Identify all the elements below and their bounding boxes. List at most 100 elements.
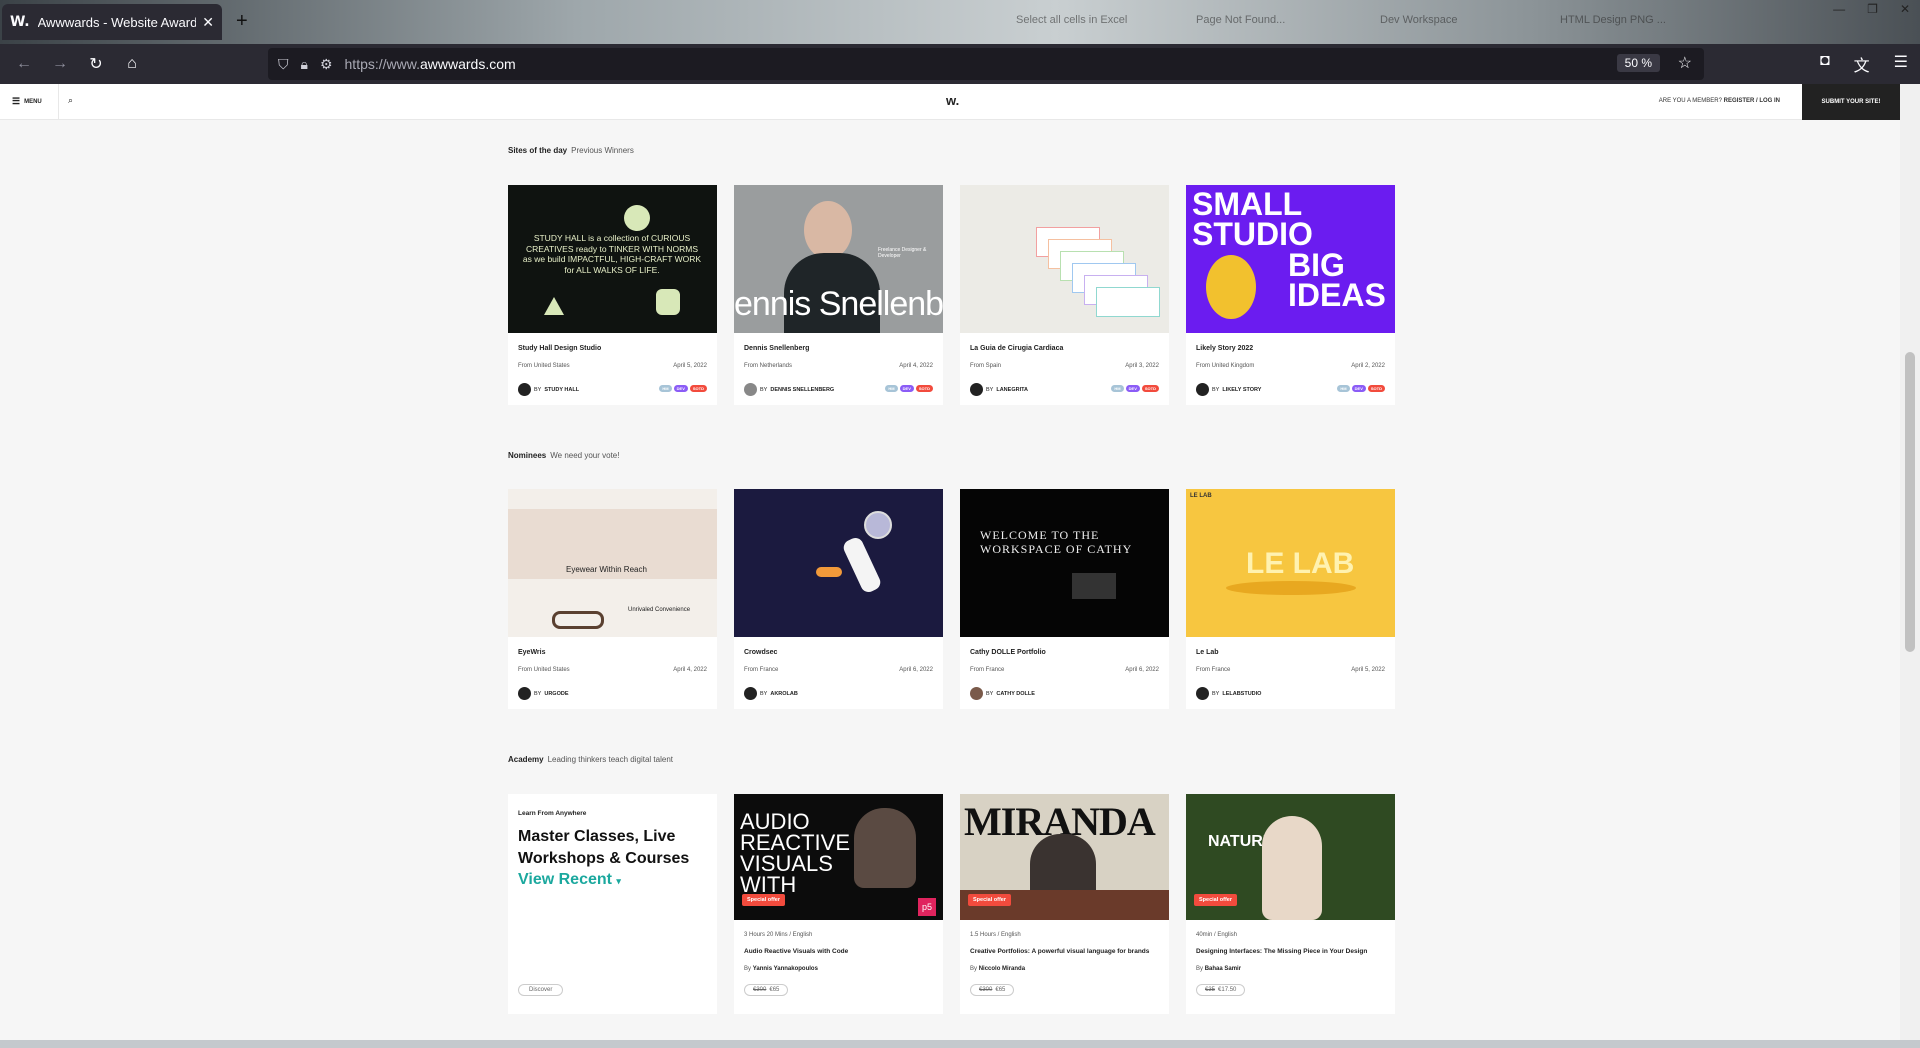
card-author[interactable]: BY LIKELY STORY <box>1196 383 1261 396</box>
pocket-icon[interactable]: ◘ <box>1820 52 1830 76</box>
back-arrow-icon[interactable]: ← <box>6 55 42 73</box>
rocket-flame <box>816 567 842 577</box>
zoom-level[interactable]: 50 % <box>1616 54 1660 72</box>
card-author[interactable]: BY URGODE <box>518 687 568 700</box>
course-title[interactable]: Designing Interfaces: The Missing Piece … <box>1196 948 1367 955</box>
course-card[interactable]: MIRANDA Special offer 1.5 Hours / Englis… <box>960 794 1169 1014</box>
card-date: April 6, 2022 <box>899 667 933 673</box>
site-thumbnail[interactable]: SMALL STUDIO BIG IDEAS <box>1186 185 1395 333</box>
author-name: CATHY DOLLE <box>996 690 1035 697</box>
site-thumbnail[interactable] <box>960 185 1169 333</box>
by-label: BY <box>1212 690 1220 697</box>
by-label: By <box>970 966 978 972</box>
card-country: From United States <box>518 363 570 369</box>
thumb-subtext: Unrivaled Convenience <box>628 607 691 613</box>
previous-winners-link[interactable]: Previous Winners <box>571 146 634 155</box>
card-name[interactable]: Study Hall Design Studio <box>518 345 601 352</box>
translate-icon[interactable]: 文 <box>1854 52 1870 76</box>
pedestal <box>1226 581 1356 595</box>
bookmark-star-icon[interactable]: ☆ <box>1678 53 1692 73</box>
author-name: AKROLAB <box>770 690 798 697</box>
browser-nav-bar: ← → ↻ ⌂ ⛉ 🔒︎ ⚙ https://www. awwwards.com … <box>0 44 1920 84</box>
card-date: April 5, 2022 <box>1351 667 1385 673</box>
home-icon[interactable]: ⌂ <box>114 55 150 73</box>
search-icon[interactable]: ⌕ <box>68 95 73 106</box>
permissions-icon[interactable]: ⚙ <box>320 56 333 73</box>
card-author[interactable]: BY LELABSTUDIO <box>1196 687 1261 700</box>
course-card[interactable]: NATURES US Special offer 40min / English… <box>1186 794 1395 1014</box>
address-bar[interactable]: ⛉ 🔒︎ ⚙ https://www. awwwards.com 50 % ☆ <box>268 48 1704 80</box>
site-thumbnail[interactable]: ennis Snellenb Freelance Designer & Deve… <box>734 185 943 333</box>
badge-sotd: SOTD <box>689 385 707 392</box>
card-author[interactable]: BY LANEGRITA <box>970 383 1028 396</box>
avatar <box>1196 383 1209 396</box>
avatar <box>744 687 757 700</box>
lock-icon[interactable]: 🔒︎ <box>301 56 308 73</box>
price-button[interactable]: €35 €17.50 <box>1196 984 1246 996</box>
card-author[interactable]: BY DENNIS SNELLENBERG <box>744 383 834 396</box>
card-name[interactable]: La Guia de Cirugia Cardiaca <box>970 345 1063 352</box>
tab-background[interactable]: HTML Design PNG ... <box>1560 14 1666 26</box>
tab-awwwards[interactable]: W. Awwwards - Website Awards - B ✕ <box>2 4 222 40</box>
site-card[interactable]: La Guia de Cirugia Cardiaca From Spain A… <box>960 185 1169 405</box>
tab-background[interactable]: Dev Workspace <box>1380 14 1457 26</box>
course-title[interactable]: Creative Portfolios: A powerful visual l… <box>970 948 1149 955</box>
reload-icon[interactable]: ↻ <box>78 54 114 74</box>
special-offer-badge: Special offer <box>968 894 1012 906</box>
site-thumbnail[interactable]: STUDY HALL is a collection of CURIOUS CR… <box>508 185 717 333</box>
discover-button[interactable]: Discover <box>518 984 564 996</box>
window-close-icon[interactable]: ✕ <box>1900 2 1910 16</box>
view-recent-link[interactable]: View Recent ▾ <box>518 871 621 888</box>
tab-background[interactable]: Page Not Found... <box>1196 14 1285 26</box>
page-scrollbar[interactable] <box>1900 84 1920 1040</box>
awwwards-favicon-icon: W. <box>10 14 30 30</box>
submit-site-button[interactable]: SUBMIT YOUR SITE! <box>1802 84 1900 120</box>
scrollbar-thumb[interactable] <box>1905 352 1915 652</box>
hamburger-menu-icon[interactable]: ☰ <box>1894 52 1908 76</box>
site-thumbnail[interactable] <box>734 489 943 637</box>
site-card[interactable]: LE LAB LE LAB Le Lab From France April 5… <box>1186 489 1395 709</box>
price-button[interactable]: €300 €65 <box>970 984 1015 996</box>
card-name[interactable]: Dennis Snellenberg <box>744 345 809 352</box>
thumb-text: AUDIO REACTIVE VISUALS WITH <box>740 809 851 897</box>
site-card[interactable]: SMALL STUDIO BIG IDEAS Likely Story 2022… <box>1186 185 1395 405</box>
academy-headline: Master Classes, Live Workshops & Courses… <box>518 826 708 891</box>
price-button[interactable]: €300 €65 <box>744 984 789 996</box>
site-card[interactable]: Crowdsec From France April 6, 2022 BY AKR… <box>734 489 943 709</box>
forward-arrow-icon[interactable]: → <box>42 55 78 73</box>
triangle-sticker-icon <box>544 297 564 315</box>
site-card[interactable]: STUDY HALL is a collection of CURIOUS CR… <box>508 185 717 405</box>
awwwards-logo[interactable]: w. <box>946 93 959 108</box>
card-name[interactable]: Cathy DOLLE Portfolio <box>970 649 1046 656</box>
minimize-icon[interactable]: — <box>1833 2 1845 16</box>
site-thumbnail[interactable]: Eyewear Within Reach Unrivaled Convenien… <box>508 489 717 637</box>
site-thumbnail[interactable]: WELCOME TO THE WORKSPACE OF CATHY <box>960 489 1169 637</box>
close-icon[interactable]: ✕ <box>202 14 214 31</box>
section-sites-of-day: Sites of the day Previous Winners <box>508 146 634 155</box>
by-label: BY <box>760 386 768 393</box>
card-name[interactable]: Crowdsec <box>744 649 777 656</box>
site-card[interactable]: Eyewear Within Reach Unrivaled Convenien… <box>508 489 717 709</box>
site-card[interactable]: ennis Snellenb Freelance Designer & Deve… <box>734 185 943 405</box>
card-name[interactable]: Le Lab <box>1196 649 1219 656</box>
tab-background[interactable]: Select all cells in Excel <box>1016 14 1127 26</box>
view-recent-label: View Recent <box>518 871 612 889</box>
card-author[interactable]: BY CATHY DOLLE <box>970 687 1035 700</box>
card-name[interactable]: Likely Story 2022 <box>1196 345 1253 352</box>
author-name: DENNIS SNELLENBERG <box>770 386 835 393</box>
course-title[interactable]: Audio Reactive Visuals with Code <box>744 948 848 955</box>
shield-icon[interactable]: ⛉ <box>278 56 289 73</box>
web-page: ☰ MENU ⌕ w. ARE YOU A MEMBER? REGISTER / … <box>0 84 1920 1040</box>
current-price: €17.50 <box>1218 987 1237 993</box>
card-author[interactable]: BY AKROLAB <box>744 687 798 700</box>
maximize-icon[interactable]: ❐ <box>1867 2 1878 16</box>
card-name[interactable]: EyeWris <box>518 649 546 656</box>
course-card[interactable]: AUDIO REACTIVE VISUALS WITH p5 Special o… <box>734 794 943 1014</box>
register-login-link[interactable]: REGISTER / LOG IN <box>1724 98 1780 104</box>
new-tab-button[interactable]: + <box>236 10 248 33</box>
old-price: €300 <box>979 987 993 993</box>
site-card[interactable]: WELCOME TO THE WORKSPACE OF CATHY Cathy … <box>960 489 1169 709</box>
card-author[interactable]: BY STUDY HALL <box>518 383 579 396</box>
menu-button[interactable]: ☰ MENU <box>12 96 42 107</box>
site-thumbnail[interactable]: LE LAB LE LAB <box>1186 489 1395 637</box>
